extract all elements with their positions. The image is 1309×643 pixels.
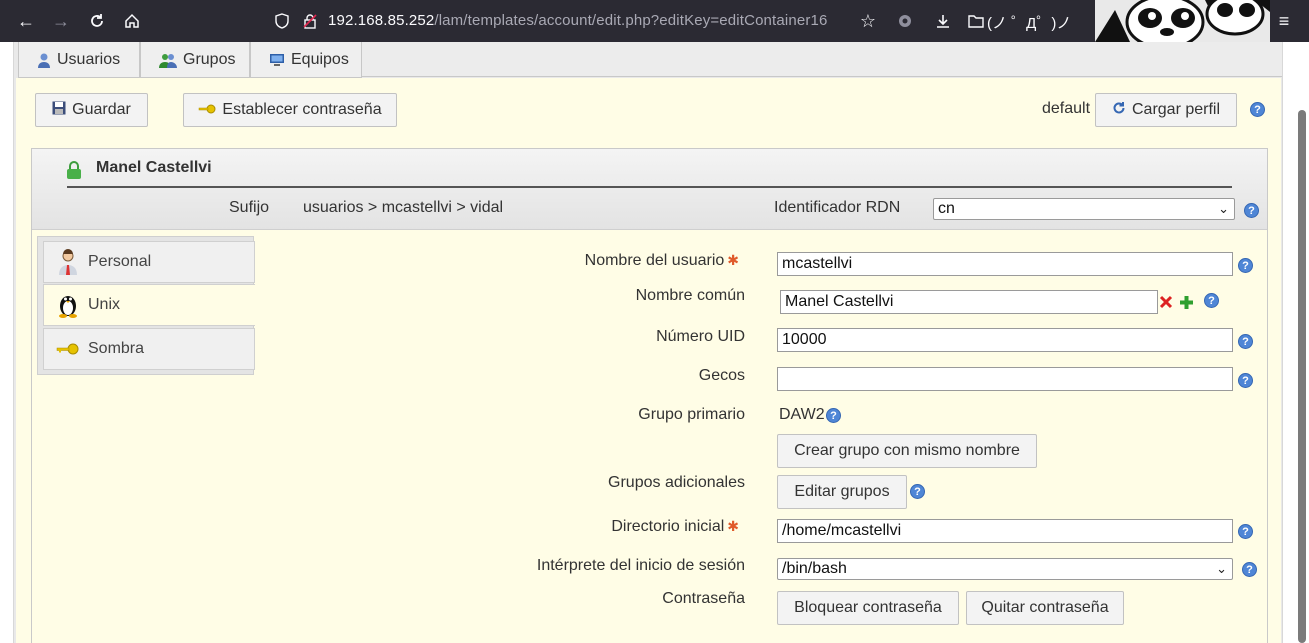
help-icon[interactable]: ? [826,408,841,423]
help-icon[interactable]: ? [1242,562,1257,577]
suffix-value: usuarios > mcastellvi > vidal [303,199,504,216]
url-bar[interactable]: 192.168.85.252/lam/templates/account/edi… [328,12,827,29]
set-password-button[interactable]: Establecer contraseña [183,93,397,127]
tab-equipos[interactable]: Equipos [250,42,362,78]
back-icon[interactable]: ← [14,9,38,33]
bookmark-folder-label[interactable]: (ノ ゜Д゜)ノ [987,12,1071,33]
help-icon[interactable]: ? [1238,373,1253,388]
save-button[interactable]: Guardar [35,93,148,127]
uid-field[interactable]: 10000 [777,328,1233,352]
set-password-label: Establecer contraseña [222,101,382,118]
bookmark-star-icon[interactable]: ☆ [856,9,880,33]
uid-label: Número UID [656,328,745,345]
username-field[interactable]: mcastellvi [777,252,1233,276]
shell-label: Intérprete del inicio de sesión [536,557,745,574]
sidebar-item-sombra[interactable]: Sombra [43,328,255,370]
chevron-down-icon: ⌄ [1218,201,1229,216]
penguin-icon [56,292,80,318]
home-dir-field[interactable]: /home/mcastellvi [777,519,1233,543]
load-profile-label: Cargar perfil [1131,101,1221,118]
required-icon: ✱ [727,518,739,534]
computer-icon [269,52,285,68]
save-label: Guardar [72,101,131,118]
help-icon[interactable]: ? [1238,258,1253,273]
reload-icon[interactable] [85,9,109,33]
required-icon: ✱ [727,252,739,268]
account-title: Manel Castellvi [96,159,212,176]
rdn-select[interactable]: cn ⌄ [933,198,1235,220]
lock-icon [66,161,82,184]
browser-toolbar: ← → 192.168.85.252/lam/templates/account… [0,0,1309,42]
tab-label: Usuarios [57,50,121,68]
key-icon [56,336,80,362]
page-scrollbar-thumb[interactable] [1298,110,1306,643]
help-icon[interactable]: ? [1204,293,1219,308]
pocket-icon[interactable] [893,9,917,33]
common-name-field[interactable]: Manel Castellvi [780,290,1158,314]
user-icon [37,52,51,68]
account-type-tabs: Usuarios Grupos Equipos [18,42,1282,78]
group-icon [159,52,177,68]
load-profile-button[interactable]: Cargar perfil [1095,93,1237,127]
url-path: /lam/templates/account/edit.php?editKey=… [434,12,828,29]
common-name-label: Nombre común [635,287,745,304]
sidebar-item-unix[interactable]: Unix [43,284,255,326]
tab-grupos[interactable]: Grupos [140,42,250,78]
tab-label: Equipos [291,50,349,68]
primary-group-value: DAW2 [779,406,825,423]
username-label: Nombre del usuario ✱ [585,252,739,270]
shield-icon[interactable] [270,9,294,33]
url-host: 192.168.85.252 [328,12,435,29]
help-icon[interactable]: ? [1250,102,1265,117]
forward-icon[interactable]: → [49,9,73,33]
menu-icon[interactable]: ≡ [1272,9,1296,33]
help-icon[interactable]: ? [910,484,925,499]
key-icon [198,101,216,119]
password-label: Contraseña [662,590,745,607]
sidebar-item-label: Unix [88,296,121,313]
download-icon[interactable] [931,9,955,33]
floppy-icon [52,101,66,120]
shell-value: /bin/bash [782,560,847,577]
rdn-label: Identificador RDN [774,199,901,216]
help-icon[interactable]: ? [1238,334,1253,349]
home-dir-label-text: Directorio inicial [611,518,725,535]
theme-panda-image [1095,0,1270,42]
delete-icon[interactable] [1159,295,1173,314]
sidebar-item-label: Personal [88,253,152,270]
gecos-field[interactable] [777,367,1233,391]
tab-label: Grupos [183,50,236,68]
insecure-lock-icon[interactable] [298,9,322,33]
create-group-button[interactable]: Crear grupo con mismo nombre [777,434,1037,468]
sidebar-item-label: Sombra [88,340,145,357]
person-icon [56,249,80,275]
home-icon[interactable] [120,9,144,33]
home-dir-label: Directorio inicial ✱ [611,518,739,536]
suffix-label: Sufijo [229,199,270,216]
add-icon[interactable] [1179,295,1194,315]
lock-password-button[interactable]: Bloquear contraseña [777,591,959,625]
help-icon[interactable]: ? [1238,524,1253,539]
additional-groups-label: Grupos adicionales [608,474,745,491]
username-label-text: Nombre del usuario [584,252,725,269]
module-sidebar: Personal Unix Sombra [37,236,255,375]
gecos-label: Gecos [698,367,745,384]
header-divider [67,186,1232,188]
rdn-value: cn [938,200,955,217]
refresh-icon [1112,101,1126,120]
remove-password-button[interactable]: Quitar contraseña [966,591,1124,625]
edit-groups-button[interactable]: Editar grupos [777,475,907,509]
primary-group-label: Grupo primario [638,406,745,423]
shell-select[interactable]: /bin/bash ⌄ [777,558,1233,580]
folder-icon[interactable] [964,9,988,33]
sidebar-item-personal[interactable]: Personal [43,241,255,283]
profile-name: default [1042,100,1091,117]
help-icon[interactable]: ? [1244,203,1259,218]
tab-usuarios[interactable]: Usuarios [18,42,140,78]
chevron-down-icon: ⌄ [1216,561,1227,576]
